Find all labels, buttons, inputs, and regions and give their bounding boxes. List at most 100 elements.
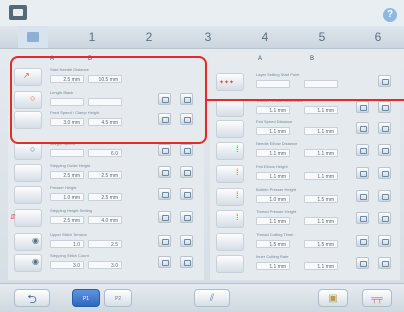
right-row-value-b[interactable]: 1.1 mm (304, 172, 338, 180)
tab-3[interactable]: 3 (186, 26, 230, 48)
left-row-value-a[interactable]: 1.0 mm (50, 193, 84, 201)
tab-2[interactable]: 2 (127, 26, 171, 48)
help-icon[interactable]: ? (383, 8, 397, 22)
stitch-count-icon: ◉ (14, 254, 42, 272)
right-row-value-a[interactable]: 1.5 mm (256, 240, 290, 248)
right-row-label: Inner Cutting Rate (256, 254, 289, 259)
cutting-rate-icon (216, 255, 244, 273)
set-button[interactable] (356, 122, 369, 134)
right-row-value-b[interactable]: 1.1 mm (304, 127, 338, 135)
tab-6[interactable]: 6 (356, 26, 400, 48)
set-button[interactable] (356, 144, 369, 156)
right-row-value-b[interactable]: 1.5 mm (304, 240, 338, 248)
copy-button[interactable] (180, 93, 193, 105)
set-button[interactable] (158, 188, 171, 200)
left-row-value-a[interactable]: 3.0 mm (50, 118, 84, 126)
copy-button[interactable] (180, 211, 193, 223)
left-row-label: Margin Speed (50, 141, 75, 146)
presser-foot-button[interactable]: ⫽ (194, 289, 230, 307)
copy-button[interactable] (180, 144, 193, 156)
copy-button[interactable] (378, 101, 391, 113)
p1-button[interactable]: P1 (72, 289, 100, 307)
sewing-start-button[interactable]: ╤╤ (362, 289, 392, 307)
copy-button[interactable] (180, 235, 193, 247)
left-row-value-b[interactable]: 2.5 mm (88, 193, 122, 201)
left-row-value-b[interactable] (88, 98, 122, 106)
right-row-value-b[interactable] (304, 80, 338, 88)
left-row-value-a[interactable]: 3.0 (50, 261, 84, 269)
bobbin-presser-icon: ⁞ (216, 188, 244, 206)
set-button[interactable] (356, 212, 369, 224)
set-button[interactable] (378, 75, 391, 87)
right-row-value-a[interactable] (256, 80, 290, 88)
set-button[interactable] (158, 144, 171, 156)
copy-button[interactable] (180, 113, 193, 125)
right-row-value-a[interactable]: 1.0 mm (256, 195, 290, 203)
left-row-value-a[interactable] (50, 98, 84, 106)
tab-home[interactable] (18, 26, 48, 48)
left-row-value-a[interactable] (50, 149, 84, 157)
right-row-value-a[interactable]: 1.1 mm (256, 106, 290, 114)
right-row-value-b[interactable]: 1.1 mm (304, 106, 338, 114)
right-row-label: Thread Cutting Timer (256, 232, 294, 237)
left-settings-panel: A B ↗ Start Needle Distance 2.5 mm 10.5 … (8, 50, 204, 280)
copy-button[interactable] (180, 188, 193, 200)
copy-button[interactable] (180, 256, 193, 268)
elbow-height-icon: ⁞ (216, 165, 244, 183)
back-button[interactable]: ⮌ (14, 289, 50, 307)
left-row-value-b[interactable]: 2.5 mm (88, 171, 122, 179)
copy-button[interactable] (378, 257, 391, 269)
right-row-value-a[interactable]: 1.1 mm (256, 127, 290, 135)
set-button[interactable] (356, 257, 369, 269)
left-row-value-a[interactable]: 2.5 mm (50, 216, 84, 224)
needle-distance-icon: ↗ (14, 68, 42, 86)
copy-button[interactable] (180, 166, 193, 178)
presser-height-icon (14, 186, 42, 204)
copy-button[interactable] (378, 144, 391, 156)
right-row-value-b[interactable]: 1.1 mm (304, 149, 338, 157)
copy-button[interactable] (378, 235, 391, 247)
right-row-label: Fed Speed Distance (256, 119, 293, 124)
left-row-value-b[interactable]: 10.5 mm (88, 75, 122, 83)
copy-button[interactable] (378, 167, 391, 179)
left-row-value-b[interactable]: 2.5 (88, 240, 122, 248)
column-b-label: B (310, 56, 315, 62)
copy-button[interactable] (378, 190, 391, 202)
left-row-value-b[interactable]: 3.0 (88, 261, 122, 269)
left-row-value-b[interactable]: 4.0 mm (88, 216, 122, 224)
set-button[interactable] (158, 166, 171, 178)
right-row-value-a[interactable]: 1.1 mm (256, 217, 290, 225)
set-button[interactable] (356, 190, 369, 202)
left-row-value-a[interactable]: 2.5 mm (50, 75, 84, 83)
left-row-value-b[interactable]: 6.0 (88, 149, 122, 157)
lock-button[interactable]: ▣ (318, 289, 348, 307)
tension-correction-icon (216, 99, 244, 117)
set-button[interactable] (356, 235, 369, 247)
copy-button[interactable] (378, 212, 391, 224)
copy-button[interactable] (378, 122, 391, 134)
set-button[interactable] (356, 101, 369, 113)
right-row-value-b[interactable]: 1.5 mm (304, 195, 338, 203)
set-button[interactable] (356, 167, 369, 179)
left-row-value-b[interactable]: 4.5 mm (88, 118, 122, 126)
set-button[interactable] (158, 113, 171, 125)
set-button[interactable] (158, 235, 171, 247)
right-row-value-a[interactable]: 1.1 mm (256, 172, 290, 180)
tab-1[interactable]: 1 (70, 26, 114, 48)
right-row-value-b[interactable]: 1.1 mm (304, 262, 338, 270)
right-row-value-a[interactable]: 1.1 mm (256, 262, 290, 270)
margin-speed-icon: ○ (14, 142, 42, 160)
right-row-value-a[interactable]: 1.1 mm (256, 149, 290, 157)
home-icon (27, 32, 39, 42)
tab-5[interactable]: 5 (300, 26, 344, 48)
set-button[interactable] (158, 93, 171, 105)
left-row-value-a[interactable]: 2.5 mm (50, 171, 84, 179)
p2-button[interactable]: P2 (104, 289, 132, 307)
set-button[interactable] (158, 256, 171, 268)
set-button[interactable] (158, 211, 171, 223)
lock-icon: ▣ (328, 293, 338, 304)
right-row-value-b[interactable]: 1.1 mm (304, 217, 338, 225)
needle-elbow-icon: ⁞ (216, 142, 244, 160)
left-row-value-a[interactable]: 1.0 (50, 240, 84, 248)
tab-4[interactable]: 4 (243, 26, 287, 48)
